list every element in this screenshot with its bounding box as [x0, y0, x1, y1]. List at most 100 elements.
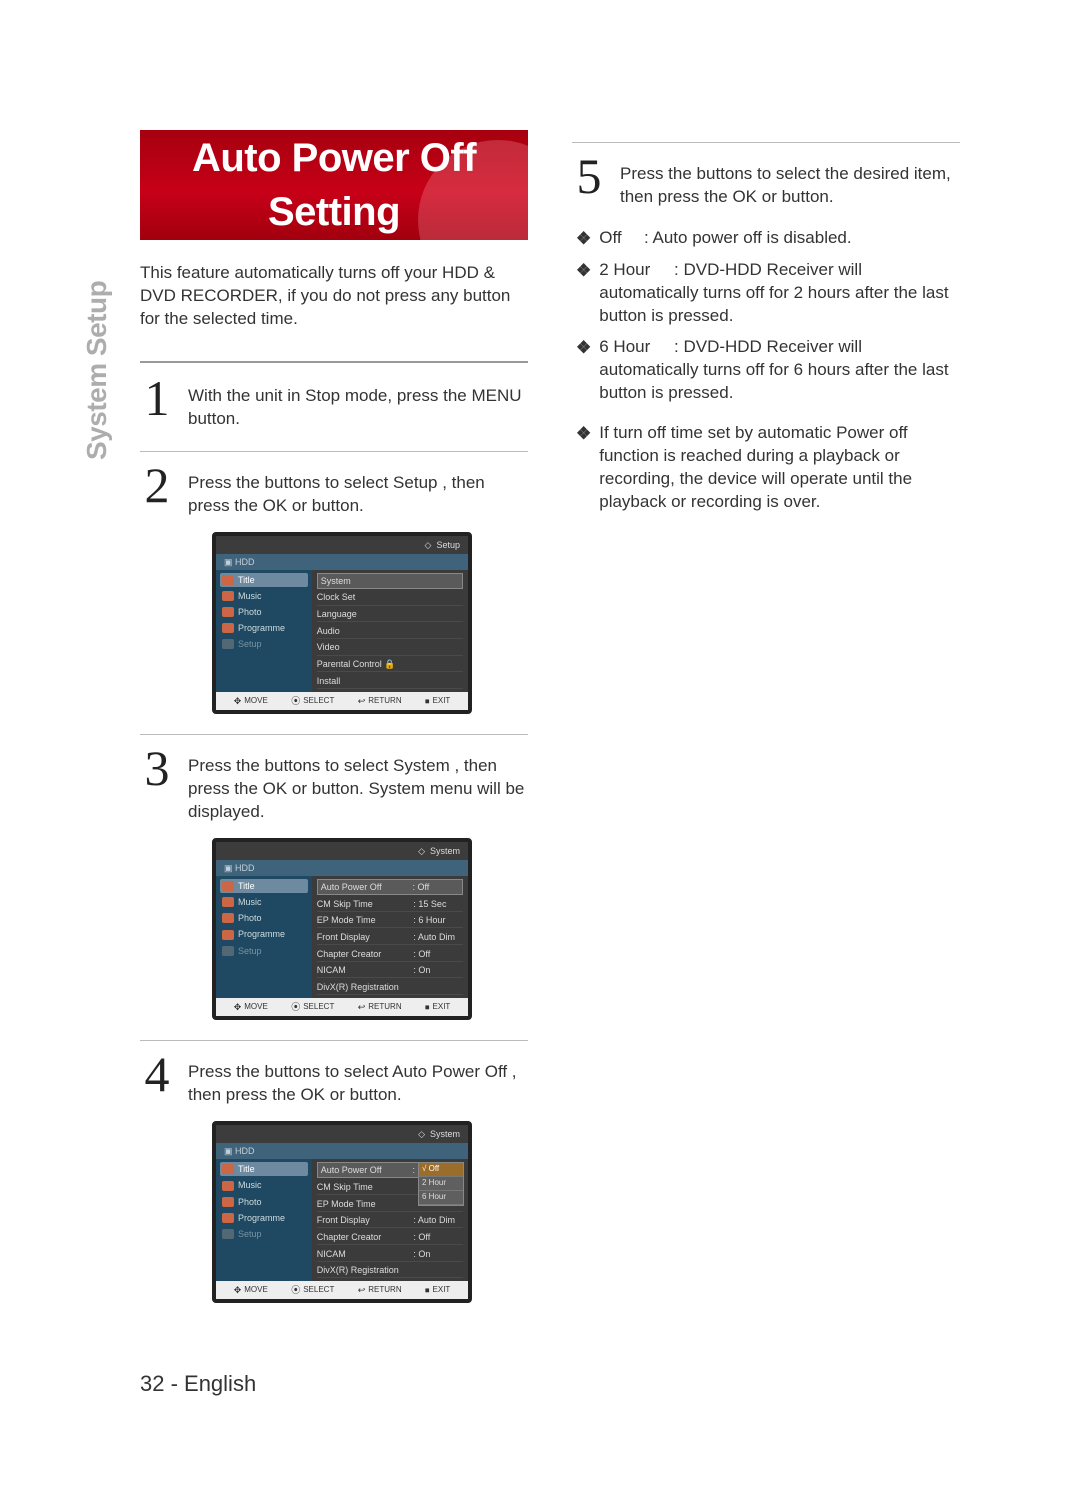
- divider: [572, 142, 960, 143]
- right-column: 5 Press the buttons to select the desire…: [572, 130, 960, 1321]
- option-popup: √ Off 2 Hour 6 Hour: [418, 1162, 464, 1205]
- footer-move: MOVE: [244, 1285, 268, 1296]
- sidebar-item: Programme: [238, 1212, 285, 1224]
- option-term: Off: [599, 227, 639, 250]
- bullet-icon: ❖: [576, 423, 591, 446]
- crumb-label: System: [430, 1128, 460, 1140]
- option-item: 2 Hour: [422, 1178, 446, 1187]
- osd-footer: ✥MOVE ⦿SELECT ↩RETURN ⏹EXIT: [216, 1281, 468, 1299]
- menu-label: NICAM: [317, 964, 408, 976]
- menu-label: Chapter Creator: [317, 1231, 408, 1243]
- bullet-icon: ❖: [576, 337, 591, 360]
- screenshot-auto-power-off: ◇ System ▣ HDD Title Music Photo Program…: [212, 1121, 472, 1303]
- menu-item: Clock Set: [317, 591, 408, 603]
- osd-sidebar: Title Music Photo Programme Setup: [216, 570, 312, 692]
- osd-main: Auto Power Off : Off CM Skip Time : 15 Sec…: [312, 876, 468, 998]
- menu-item: Video: [317, 641, 408, 653]
- menu-value: : Off: [413, 948, 463, 960]
- screenshot-setup-menu: ◇ Setup ▣ HDD Title Music Photo Programm…: [212, 532, 472, 714]
- step-4: 4 Press the buttons to select Auto Power…: [140, 1053, 528, 1107]
- osd-footer: ✥MOVE ⦿SELECT ↩RETURN ⏹EXIT: [216, 998, 468, 1016]
- menu-value: : Off: [413, 1231, 463, 1243]
- bullet-icon: ❖: [576, 228, 591, 251]
- menu-label: DivX(R) Registration: [317, 981, 408, 993]
- step-3: 3 Press the buttons to select System , t…: [140, 747, 528, 824]
- option-desc: Auto power off is disabled.: [653, 228, 852, 247]
- left-column: Auto Power Off Setting This feature auto…: [140, 130, 528, 1321]
- step-text: Press the buttons to select the desired …: [620, 155, 960, 209]
- footer-return: RETURN: [368, 696, 401, 707]
- option-item: Off: [429, 1164, 440, 1173]
- option-term: 2 Hour: [599, 259, 669, 282]
- divider: [140, 451, 528, 452]
- menu-label: Auto Power Off: [321, 881, 407, 893]
- option-note-text: If turn off time set by automatic Power …: [599, 422, 960, 514]
- menu-item: System: [321, 575, 407, 587]
- step-number: 4: [140, 1049, 174, 1099]
- crumb-label: System: [430, 845, 460, 857]
- sidebar-item: Music: [238, 1179, 262, 1191]
- menu-label: Front Display: [317, 931, 408, 943]
- divider: [140, 1040, 528, 1041]
- menu-value: : 6 Hour: [413, 914, 463, 926]
- option-item: 6 Hour: [422, 1192, 446, 1201]
- page-number: 32 - English: [140, 1369, 256, 1399]
- sidebar-item: Setup: [238, 945, 262, 957]
- sidebar-item: Programme: [238, 622, 285, 634]
- step-text: Press the buttons to select Setup , then…: [188, 464, 528, 518]
- menu-label: NICAM: [317, 1248, 408, 1260]
- menu-label: CM Skip Time: [317, 898, 408, 910]
- option-6hour: ❖ 6 Hour : DVD-HDD Receiver will automat…: [572, 336, 960, 405]
- hdd-label: HDD: [235, 557, 255, 567]
- sidebar-item: Setup: [238, 1228, 262, 1240]
- sidebar-item: Music: [238, 590, 262, 602]
- step-text: With the unit in Stop mode, press the ME…: [188, 377, 528, 431]
- hdd-label: HDD: [235, 1146, 255, 1156]
- step-text: Press the buttons to select Auto Power O…: [188, 1053, 528, 1107]
- footer-select: SELECT: [303, 1002, 334, 1013]
- menu-item: Parental Control 🔒: [317, 658, 408, 670]
- footer-exit: EXIT: [433, 696, 451, 707]
- menu-label: DivX(R) Registration: [317, 1264, 408, 1276]
- menu-label: EP Mode Time: [317, 1198, 408, 1210]
- step-number: 2: [140, 460, 174, 510]
- intro-paragraph: This feature automatically turns off you…: [140, 262, 528, 331]
- footer-select: SELECT: [303, 696, 334, 707]
- option-list: ❖ Off : Auto power off is disabled. ❖ 2 …: [572, 227, 960, 514]
- crumb-icon: ◇: [425, 539, 432, 551]
- crumb-icon: ◇: [418, 1128, 425, 1140]
- step-number: 1: [140, 373, 174, 423]
- menu-item: Language: [317, 608, 408, 620]
- step-1: 1 With the unit in Stop mode, press the …: [140, 377, 528, 431]
- sidebar-item: Setup: [238, 638, 262, 650]
- menu-label: Auto Power Off: [321, 1164, 407, 1176]
- footer-exit: EXIT: [433, 1285, 451, 1296]
- footer-return: RETURN: [368, 1285, 401, 1296]
- menu-value: : Off: [412, 881, 459, 893]
- step-number: 3: [140, 743, 174, 793]
- footer-exit: EXIT: [433, 1002, 451, 1013]
- menu-label: CM Skip Time: [317, 1181, 408, 1193]
- option-2hour: ❖ 2 Hour : DVD-HDD Receiver will automat…: [572, 259, 960, 328]
- manual-page: Auto Power Off Setting This feature auto…: [0, 0, 1080, 1487]
- divider: [140, 361, 528, 363]
- sidebar-item: Title: [238, 880, 255, 892]
- step-number: 5: [572, 151, 606, 201]
- menu-value: : On: [413, 1248, 463, 1260]
- osd-main: Auto Power Off: CM Skip Time EP Mode Tim…: [312, 1159, 468, 1281]
- title-text: Auto Power Off Setting: [140, 131, 528, 239]
- divider: [140, 734, 528, 735]
- menu-item: Install: [317, 675, 408, 687]
- option-term: 6 Hour: [599, 336, 669, 359]
- menu-label: Chapter Creator: [317, 948, 408, 960]
- osd-footer: ✥MOVE ⦿SELECT ↩RETURN ⏹EXIT: [216, 692, 468, 710]
- menu-label: EP Mode Time: [317, 914, 408, 926]
- sidebar-item: Programme: [238, 928, 285, 940]
- hdd-label: HDD: [235, 863, 255, 873]
- osd-main: System Clock Set Language Audio Video Pa…: [312, 570, 468, 692]
- menu-value: : 15 Sec: [413, 898, 463, 910]
- sidebar-item: Title: [238, 574, 255, 586]
- crumb-label: Setup: [436, 539, 460, 551]
- osd-sidebar: Title Music Photo Programme Setup: [216, 876, 312, 998]
- sidebar-item: Photo: [238, 912, 262, 924]
